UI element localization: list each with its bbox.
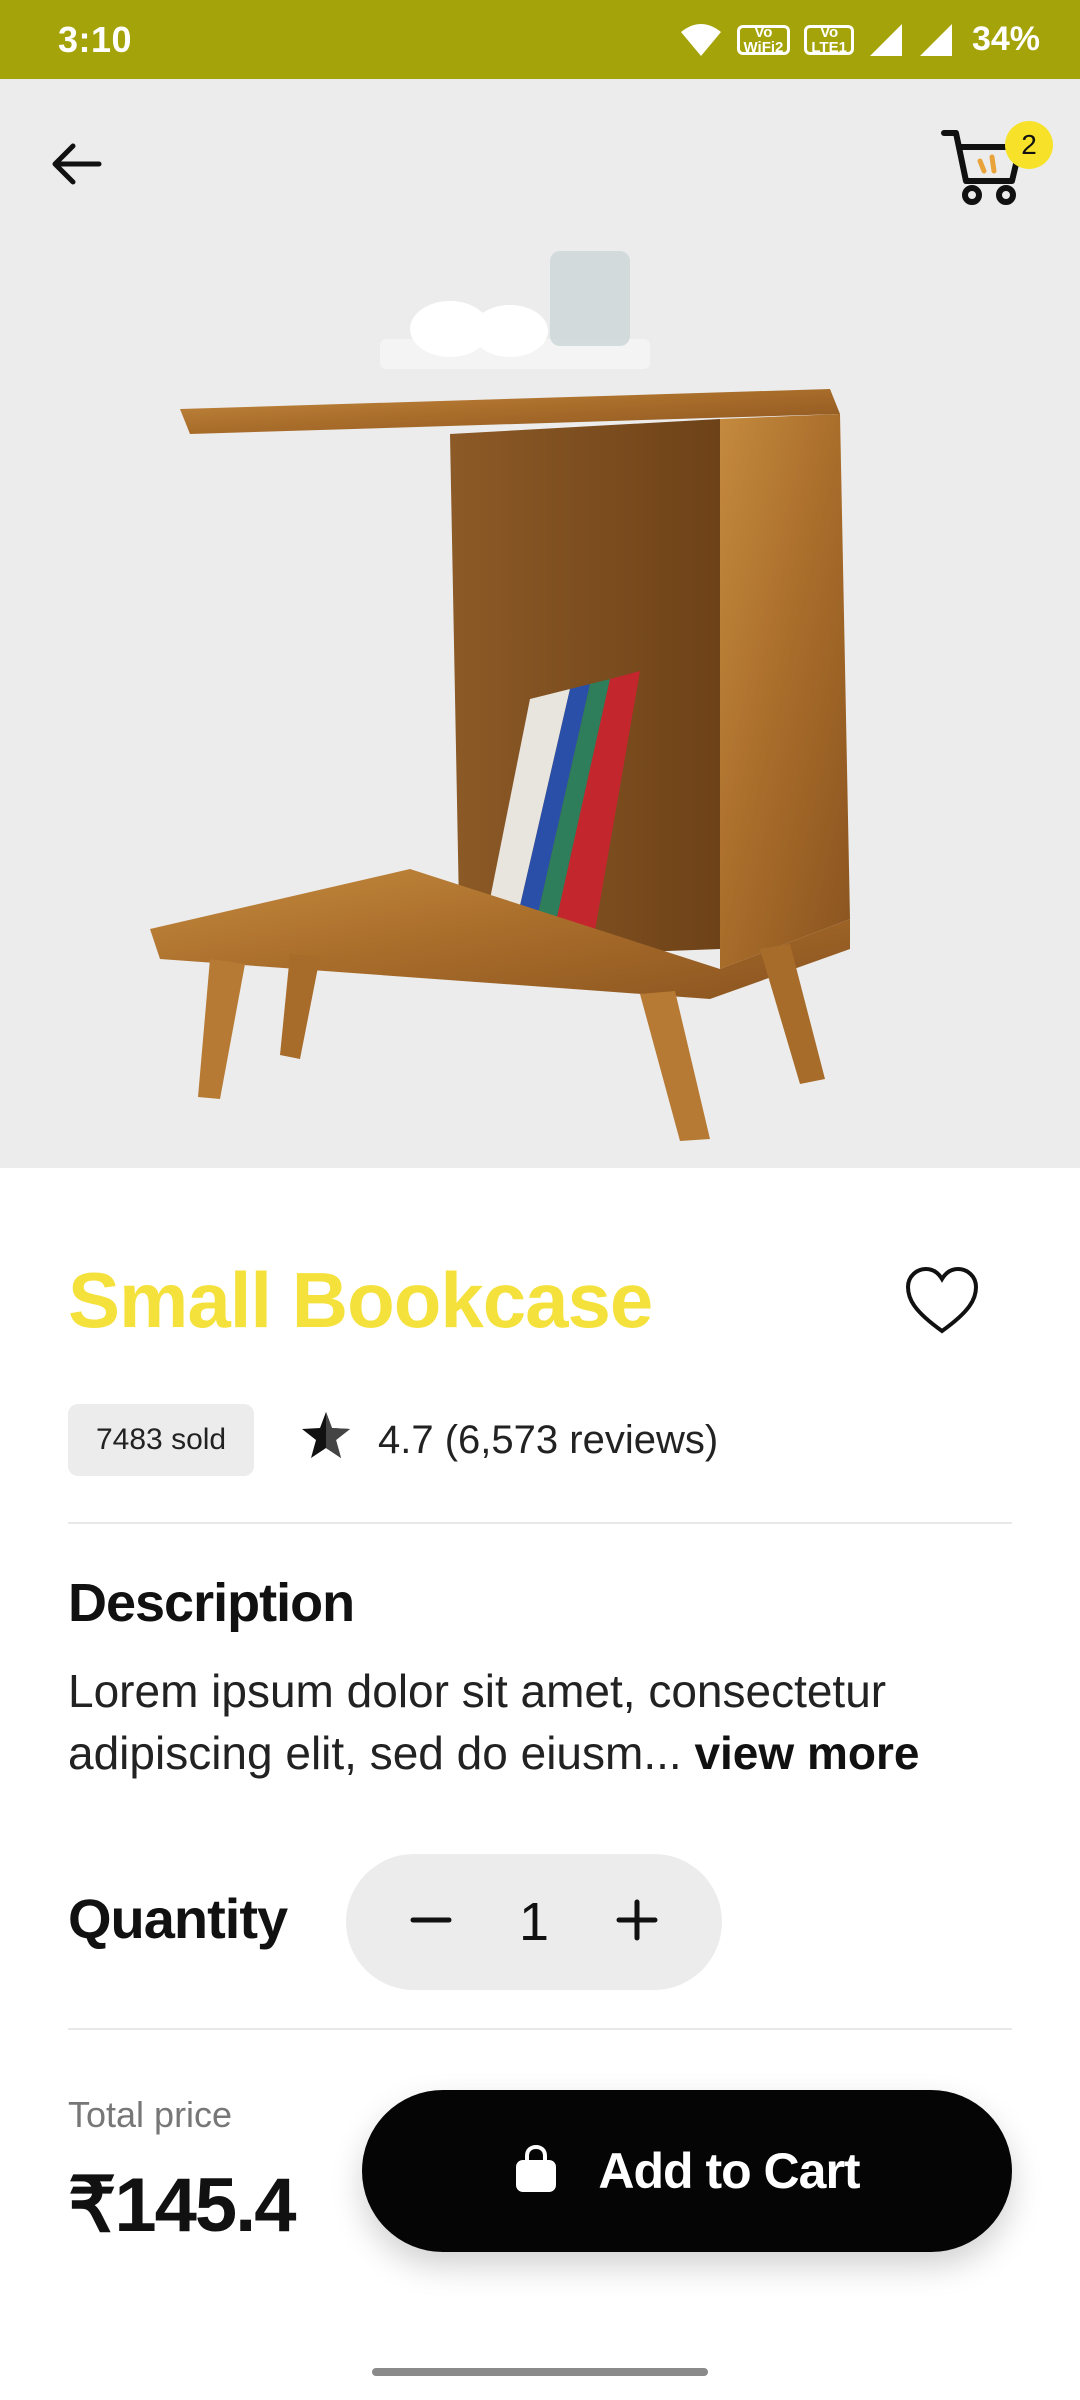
add-to-cart-button[interactable]: Add to Cart — [362, 2090, 1012, 2252]
battery-level: 34% — [971, 20, 1040, 58]
cart-button[interactable]: 2 — [940, 119, 1053, 209]
plus-icon — [615, 1898, 659, 1947]
description-text: Lorem ipsum dolor sit amet, consectetur … — [68, 1660, 1028, 1784]
status-icons: Vo WiFi2 Vo LTE1 34% — [679, 20, 1040, 59]
vowifi-line1: Vo — [754, 23, 773, 41]
status-time: 3:10 — [58, 18, 133, 60]
favorite-button[interactable] — [902, 1262, 982, 1342]
product-title: Small Bookcase — [68, 1256, 653, 1344]
decrease-quantity-button[interactable] — [406, 1897, 456, 1947]
rating-text: 4.7 (6,573 reviews) — [378, 1417, 719, 1462]
rating-row: 4.7 (6,573 reviews) — [300, 1404, 718, 1476]
back-arrow-icon — [47, 139, 107, 194]
signal-icon-2 — [918, 22, 954, 58]
quantity-stepper: 1 — [346, 1854, 722, 1990]
volte-line2: LTE1 — [811, 38, 847, 56]
volte-badge: Vo LTE1 — [804, 23, 854, 56]
divider-bottom — [68, 2028, 1012, 2030]
total-price-value: ₹145.4 — [68, 2163, 297, 2248]
vowifi-line2: WiFi2 — [743, 38, 784, 56]
quantity-value: 1 — [518, 1892, 550, 1952]
quantity-label: Quantity — [68, 1887, 288, 1950]
increase-quantity-button[interactable] — [612, 1897, 662, 1947]
description-heading: Description — [68, 1573, 355, 1633]
sold-count-chip: 7483 sold — [68, 1404, 255, 1476]
volte-line1: Vo — [820, 23, 839, 41]
bag-icon — [514, 2144, 558, 2199]
heart-icon — [904, 1265, 980, 1340]
back-button[interactable] — [40, 129, 114, 203]
vowifi-badge: Vo WiFi2 — [736, 23, 791, 56]
product-hero: 2 — [0, 79, 1080, 1168]
divider — [68, 1522, 1012, 1524]
signal-icon — [868, 22, 904, 58]
cart-icon — [940, 130, 1030, 213]
add-to-cart-label: Add to Cart — [598, 2143, 860, 2199]
home-indicator[interactable] — [372, 2368, 708, 2376]
view-more-link[interactable]: view more — [694, 1727, 919, 1779]
star-icon — [300, 1410, 352, 1470]
cart-count-badge: 2 — [1005, 121, 1053, 169]
status-bar: 3:10 Vo WiFi2 Vo LTE1 34% — [0, 0, 1080, 79]
wifi-icon — [679, 22, 723, 58]
minus-icon — [409, 1898, 453, 1947]
product-image — [150, 179, 890, 1159]
total-price-label: Total price — [68, 2094, 233, 2135]
